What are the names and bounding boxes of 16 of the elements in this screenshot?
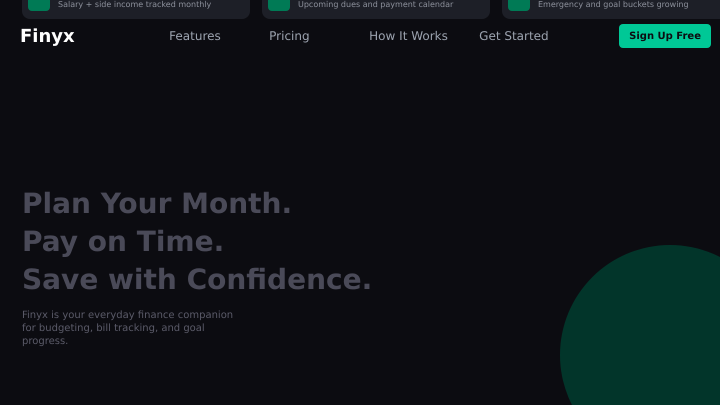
card-text: Upcoming dues and payment calendar <box>298 0 454 10</box>
nav-link[interactable]: Get Started <box>479 27 620 45</box>
card-text: Salary + side income tracked monthly <box>58 0 212 10</box>
card-icon <box>268 0 290 11</box>
nav-link[interactable]: Pricing <box>269 27 370 45</box>
sign-up-button[interactable]: Sign Up Free <box>619 24 711 48</box>
logo[interactable]: Finyx <box>20 22 170 50</box>
card-icon <box>508 0 530 11</box>
hero-headline: Pay on Time. <box>22 224 226 260</box>
nav-link[interactable]: How It Works <box>369 27 480 45</box>
nav-link[interactable]: Features <box>169 27 270 45</box>
hero-headline: Save with Confidence. <box>22 262 374 298</box>
card-icon <box>28 0 50 11</box>
card-text: Emergency and goal buckets growing <box>538 0 689 10</box>
hero-headline: Plan Your Month. <box>22 186 294 222</box>
hero-subtitle: Finyx is your everyday finance companion for budgeting, bill tracking, and goal progress. <box>22 309 234 348</box>
